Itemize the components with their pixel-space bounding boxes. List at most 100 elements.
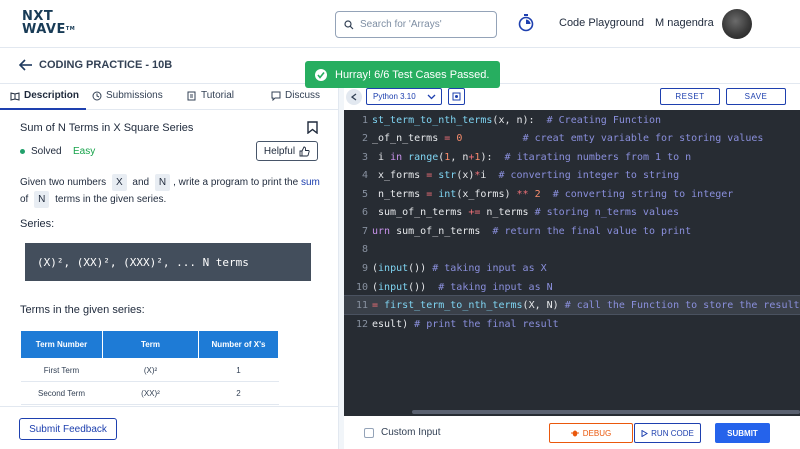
problem-tabs: Description Submissions Tutorial Discuss bbox=[0, 84, 338, 110]
problem-panel: Description Submissions Tutorial Discuss… bbox=[0, 84, 338, 449]
status-text: Solved bbox=[31, 146, 62, 157]
table-header: Term Number bbox=[20, 330, 103, 359]
language-select[interactable]: Python 3.10 bbox=[366, 88, 442, 105]
var-x-chip: X bbox=[111, 174, 127, 191]
debug-label: DEBUG bbox=[582, 428, 612, 438]
search-input[interactable] bbox=[360, 19, 480, 30]
sum-highlight: sum bbox=[300, 177, 320, 188]
desc-text: of bbox=[20, 194, 29, 205]
tab-label: Description bbox=[24, 90, 80, 101]
tab-submissions[interactable]: Submissions bbox=[92, 90, 163, 101]
run-label: RUN CODE bbox=[651, 428, 694, 438]
logo-tm: TM bbox=[65, 26, 76, 32]
code-line[interactable]: 9 (input()) # taking input as X bbox=[344, 259, 800, 277]
tab-discuss[interactable]: Discuss bbox=[271, 90, 320, 101]
language-value: Python 3.10 bbox=[373, 92, 416, 101]
tab-tutorial[interactable]: Tutorial bbox=[187, 90, 234, 101]
code-text: = first_term_to_nth_terms(X, N) # call t… bbox=[372, 299, 800, 311]
custom-input-label[interactable]: Custom Input bbox=[381, 427, 440, 438]
code-text: sum_of_n_terms += n_terms # storing n_te… bbox=[372, 206, 680, 218]
code-line[interactable]: 8 bbox=[344, 240, 800, 258]
code-text: n_terms = int(x_forms) ** 2 # converting… bbox=[372, 188, 734, 200]
thumbs-up-icon bbox=[299, 146, 310, 156]
line-number: 9 bbox=[361, 262, 368, 274]
logo-line2: WAVE bbox=[22, 22, 66, 37]
code-text: i in range(1, n+1): # itarating numbers … bbox=[372, 151, 692, 163]
question-title: Sum of N Terms in X Square Series bbox=[20, 122, 194, 134]
line-number: 3 bbox=[361, 151, 368, 163]
table-cell: (XX)² bbox=[102, 381, 199, 405]
code-line[interactable]: 12 esult) # print the final result bbox=[344, 315, 800, 333]
submit-feedback-button[interactable]: Submit Feedback bbox=[19, 418, 117, 440]
var-n-chip: N bbox=[34, 191, 50, 208]
search-box[interactable] bbox=[335, 11, 497, 38]
submit-button[interactable]: SUBMIT bbox=[715, 423, 770, 443]
debug-button[interactable]: DEBUG bbox=[549, 423, 633, 443]
toast-text: Hurray! 6/6 Test Cases Passed. bbox=[335, 68, 490, 81]
user-name[interactable]: M nagendra bbox=[655, 17, 714, 29]
solved-dot-icon bbox=[20, 149, 25, 154]
top-nav: NXT WAVETM Code Playground M nagendra bbox=[0, 0, 800, 48]
helpful-button[interactable]: Helpful bbox=[256, 141, 318, 161]
tab-description[interactable]: Description bbox=[10, 90, 79, 101]
run-code-button[interactable]: RUN CODE bbox=[634, 423, 701, 443]
line-number: 8 bbox=[361, 243, 368, 255]
table-cell: Second Term bbox=[20, 381, 103, 405]
code-line[interactable]: 4 x_forms = str(x)*i # converting intege… bbox=[344, 166, 800, 184]
series-formula: (X)², (XX)², (XXX)², ... N terms bbox=[25, 243, 311, 281]
line-number: 10 bbox=[355, 281, 368, 293]
code-line-active[interactable]: 11 = first_term_to_nth_terms(X, N) # call… bbox=[344, 295, 800, 315]
code-line[interactable]: 1 st_term_to_nth_terms(x, n): # Creating … bbox=[344, 111, 800, 129]
table-header-row: Term Number Term Number of X's bbox=[20, 330, 279, 359]
code-editor[interactable]: 1 st_term_to_nth_terms(x, n): # Creating … bbox=[344, 110, 800, 416]
collapse-panel-button[interactable] bbox=[346, 89, 362, 105]
reset-button[interactable]: RESET bbox=[660, 88, 720, 105]
terms-table: Term Number Term Number of X's First Ter… bbox=[20, 330, 279, 405]
save-button[interactable]: SAVE bbox=[726, 88, 786, 105]
clock-icon bbox=[92, 91, 102, 100]
code-line[interactable]: 5 n_terms = int(x_forms) ** 2 # converti… bbox=[344, 185, 800, 203]
desc-text: and bbox=[132, 177, 150, 188]
nxtwave-logo[interactable]: NXT WAVETM bbox=[22, 10, 75, 36]
success-toast: Hurray! 6/6 Test Cases Passed. bbox=[305, 61, 500, 88]
series-heading: Series: bbox=[20, 218, 55, 230]
chevron-down-icon bbox=[427, 94, 436, 100]
var-n-chip: N bbox=[154, 174, 171, 191]
line-number: 4 bbox=[361, 169, 368, 181]
code-text: x_forms = str(x)*i # converting integer … bbox=[372, 169, 680, 181]
desc-text: , write a program to print the bbox=[173, 177, 299, 188]
code-line[interactable]: 6 sum_of_n_terms += n_terms # storing n_… bbox=[344, 203, 800, 221]
chevron-left-icon bbox=[351, 93, 357, 101]
table-row: Second Term (XX)² 2 bbox=[20, 381, 279, 405]
bookmark-icon[interactable] bbox=[307, 121, 318, 134]
theme-toggle-button[interactable] bbox=[448, 88, 465, 105]
editor-footer: Custom Input DEBUG RUN CODE SUBMIT bbox=[344, 416, 800, 449]
back-arrow-icon[interactable] bbox=[19, 59, 33, 71]
code-text: urn sum_of_n_terms # return the final va… bbox=[372, 225, 692, 237]
line-number: 7 bbox=[361, 225, 368, 237]
code-line[interactable]: 10 (input()) # taking input as N bbox=[344, 278, 800, 296]
code-line[interactable]: 7 urn sum_of_n_terms # return the final v… bbox=[344, 222, 800, 240]
edit-icon bbox=[187, 91, 196, 100]
avatar[interactable] bbox=[722, 9, 752, 39]
code-text: (input()) # taking input as N bbox=[372, 281, 553, 293]
line-number: 6 bbox=[361, 206, 368, 218]
code-playground-link[interactable]: Code Playground bbox=[559, 17, 644, 29]
terms-heading: Terms in the given series: bbox=[20, 304, 145, 316]
code-text: st_term_to_nth_terms(x, n): # Creating F… bbox=[372, 114, 661, 126]
custom-input-checkbox[interactable] bbox=[364, 428, 374, 438]
tab-label: Discuss bbox=[285, 90, 321, 101]
code-line[interactable]: 3 i in range(1, n+1): # itarating number… bbox=[344, 148, 800, 166]
timer-icon[interactable] bbox=[518, 14, 534, 32]
code-line[interactable]: 2 _of_n_terms = 0 # creat emty variable f… bbox=[344, 129, 800, 147]
bug-icon bbox=[570, 430, 579, 437]
solved-status: Solved bbox=[20, 146, 62, 157]
code-text: _of_n_terms = 0 # creat emty variable fo… bbox=[372, 132, 764, 144]
desc-text: Given two numbers bbox=[20, 177, 107, 188]
horizontal-scrollbar[interactable] bbox=[412, 410, 800, 414]
page-title: CODING PRACTICE - 10B bbox=[39, 59, 173, 71]
line-number: 2 bbox=[361, 132, 368, 144]
helpful-label: Helpful bbox=[263, 145, 296, 157]
panel-divider bbox=[0, 406, 338, 407]
table-cell: First Term bbox=[20, 358, 103, 382]
